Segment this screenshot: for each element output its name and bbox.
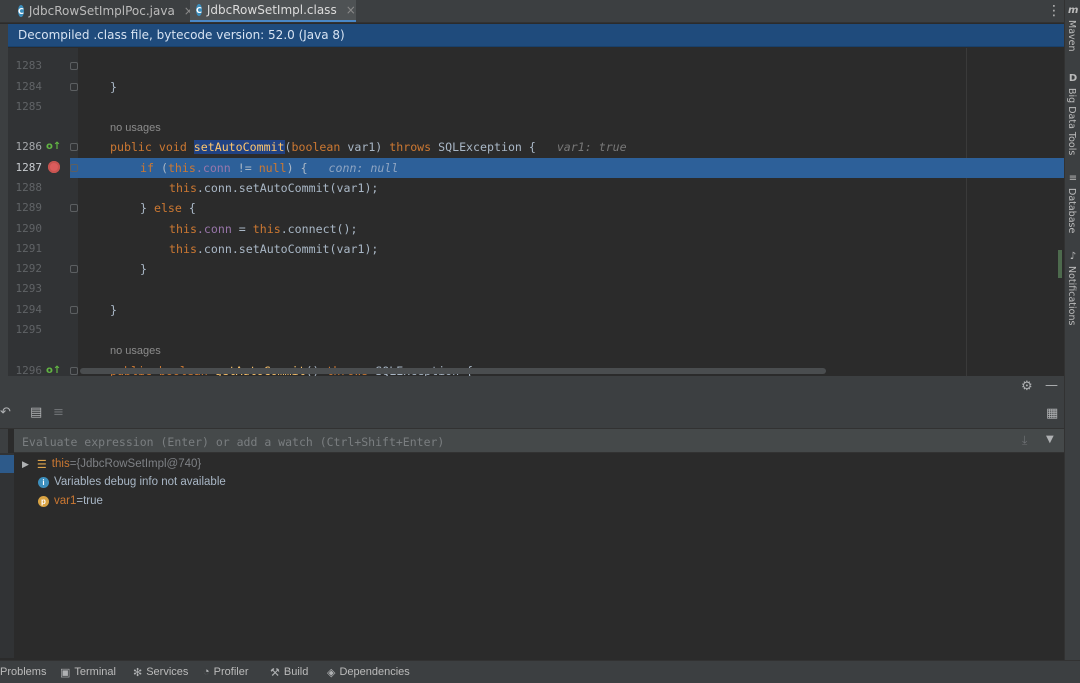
tool-problems[interactable]: Problems	[0, 661, 46, 683]
inline-debug-value: conn: null	[328, 161, 399, 175]
vertical-scrollbar[interactable]	[1058, 250, 1062, 278]
debug-panel-header: ⚙ —	[0, 376, 1064, 398]
notifications-bell-icon: ♪	[1069, 251, 1077, 262]
code-line: this.conn.setAutoCommit(var1);	[169, 181, 379, 195]
variable-row-var1[interactable]: p var1 = true	[38, 492, 103, 510]
more-options-icon[interactable]: ⋮	[1046, 0, 1062, 22]
variables-panel: ▶ ☰ this = {JdbcRowSetImpl@740} i Variab…	[14, 453, 1064, 658]
right-tool-strip: m Maven D Big Data Tools ≡ Database ♪ No…	[1064, 0, 1080, 660]
fold-marker-icon[interactable]	[70, 306, 78, 314]
tool-maven[interactable]: Maven	[1066, 20, 1077, 52]
code-line: this.conn = this.connect();	[169, 222, 358, 236]
fold-marker-icon[interactable]	[70, 143, 78, 151]
fold-marker-icon[interactable]	[70, 265, 78, 273]
tab-label: JdbcRowSetImplPoc.java	[28, 4, 175, 18]
code-line: this.conn.setAutoCommit(var1);	[169, 242, 379, 256]
code-editor[interactable]: 1283 1284 1285 1286 1287 1288 1289 1290 …	[8, 48, 1064, 376]
code-line: }	[140, 262, 147, 276]
tool-build[interactable]: ⚒ Build	[270, 661, 308, 683]
inline-debug-value: var1: true	[556, 140, 627, 154]
line-number: 1288	[15, 181, 43, 194]
list-icon[interactable]: ≡	[53, 405, 64, 420]
line-number: 1294	[15, 303, 43, 316]
bottom-tool-bar: Problems ▣ Terminal ✻ Services ◔ Profiler ⚒…	[0, 660, 1080, 683]
fold-marker-icon[interactable]	[70, 367, 78, 375]
big-data-tools-icon: D	[1068, 73, 1078, 84]
tab-jdbcrowsetimpl[interactable]: C JdbcRowSetImpl.class ×	[190, 0, 356, 22]
selected-frame[interactable]	[0, 455, 14, 473]
frames-panel	[0, 453, 14, 658]
object-field-icon: ☰	[36, 458, 47, 471]
rerun-icon[interactable]: ↶	[0, 405, 11, 420]
services-icon: ✻	[133, 666, 143, 679]
info-icon: i	[38, 476, 49, 488]
maven-icon: m	[1068, 5, 1079, 16]
tool-dependencies[interactable]: ◈ Dependencies	[327, 661, 410, 683]
evaluate-expression-bar: ⤓ ▼	[14, 429, 1064, 453]
line-number: 1289	[15, 201, 43, 214]
dependencies-icon: ◈	[327, 666, 336, 679]
profiler-icon: ◔	[203, 666, 210, 678]
build-hammer-icon: ⚒	[270, 666, 280, 679]
breakpoint-icon[interactable]	[48, 161, 60, 173]
code-line: } else {	[140, 201, 196, 215]
layout-settings-icon[interactable]: ▦	[1046, 406, 1058, 421]
terminal-icon: ▣	[60, 666, 71, 679]
horizontal-scrollbar[interactable]	[80, 368, 826, 374]
expand-chevron-icon[interactable]: ▶	[22, 459, 29, 470]
usages-hint[interactable]: no usages	[110, 122, 161, 134]
fold-marker-icon[interactable]	[70, 164, 78, 172]
code-line: }	[110, 303, 117, 317]
tool-terminal[interactable]: ▣ Terminal	[60, 661, 116, 683]
tool-profiler[interactable]: ◔ Profiler	[203, 661, 249, 683]
line-number: 1292	[15, 262, 43, 275]
fold-marker-icon[interactable]	[70, 83, 78, 91]
tool-services[interactable]: ✻ Services	[133, 661, 188, 683]
evaluate-expression-input[interactable]	[20, 432, 1004, 451]
variable-row-info: i Variables debug info not available	[38, 473, 226, 491]
java-class-icon: C	[18, 5, 24, 17]
line-number: 1291	[15, 242, 43, 255]
tab-jdbcrowsetimplpoc[interactable]: C JdbcRowSetImplPoc.java ×	[12, 0, 194, 22]
implements-method-icon[interactable]: o↑	[46, 141, 61, 152]
parameter-icon: p	[38, 495, 49, 507]
usages-hint[interactable]: no usages	[110, 345, 161, 357]
tab-label: JdbcRowSetImpl.class	[206, 3, 337, 17]
frames-table-icon[interactable]: ▤	[30, 405, 42, 420]
code-line-current: if (this.conn != null) { conn: null	[140, 161, 399, 175]
line-number: 1284	[15, 80, 43, 93]
add-watch-icon[interactable]: ⤓	[1022, 433, 1027, 448]
code-line: }	[110, 80, 117, 94]
line-number: 1287	[15, 161, 43, 174]
line-number: 1290	[15, 222, 43, 235]
database-icon: ≡	[1068, 173, 1078, 184]
line-number: 1286	[15, 140, 43, 153]
editor-tab-bar: C JdbcRowSetImplPoc.java × C JdbcRowSetI…	[0, 0, 1064, 23]
line-number: 1283	[15, 59, 43, 72]
method-name-selected: setAutoCommit	[193, 140, 285, 154]
chevron-down-icon[interactable]: ▼	[1046, 434, 1054, 445]
close-icon[interactable]: ×	[346, 3, 356, 17]
line-number: 1296	[15, 364, 43, 376]
line-number: 1285	[15, 100, 43, 113]
line-number: 1293	[15, 282, 43, 295]
java-class-icon: C	[196, 4, 202, 16]
line-number: 1295	[15, 323, 43, 336]
tool-notifications[interactable]: Notifications	[1066, 266, 1077, 325]
fold-marker-icon[interactable]	[70, 204, 78, 212]
tool-database[interactable]: Database	[1066, 188, 1077, 233]
settings-gear-icon[interactable]: ⚙	[1021, 379, 1033, 394]
right-margin-guide	[966, 48, 967, 376]
code-line: public void setAutoCommit(boolean var1) …	[110, 140, 627, 154]
fold-marker-icon[interactable]	[70, 62, 78, 70]
variable-row-this[interactable]: ▶ ☰ this = {JdbcRowSetImpl@740}	[22, 455, 201, 473]
implements-method-icon[interactable]: o↑	[46, 365, 61, 376]
minimize-icon[interactable]: —	[1045, 378, 1058, 393]
decompiled-banner: Decompiled .class file, bytecode version…	[8, 24, 1064, 47]
tool-big-data-tools[interactable]: Big Data Tools	[1066, 88, 1077, 155]
debug-toolbar: ↶ ▤ ≡ ▦	[0, 398, 1064, 429]
